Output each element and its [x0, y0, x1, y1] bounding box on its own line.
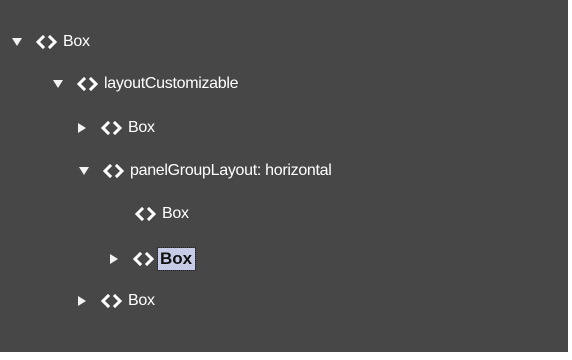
tree-node-layout-customizable[interactable]: layoutCustomizable [52, 69, 239, 99]
tree-node-box-root[interactable]: Box [11, 27, 90, 57]
tree-node-panel-group-layout[interactable]: panelGroupLayout: horizontal [78, 156, 332, 186]
tag-icon [135, 207, 156, 221]
tree-node-label: Box [162, 205, 189, 222]
tree-node-box-selected[interactable]: Box [108, 244, 197, 274]
collapse-triangle-icon[interactable] [76, 295, 88, 307]
tag-icon [101, 121, 122, 135]
selected-node-label: Box [156, 247, 197, 271]
tag-icon [36, 35, 57, 49]
canvas: Box layoutCustomizable Box panelGroupLay… [0, 0, 572, 360]
tree-node-label: Box [63, 33, 90, 50]
component-tree: Box layoutCustomizable Box panelGroupLay… [0, 0, 568, 352]
tag-icon [133, 252, 154, 266]
collapse-triangle-icon[interactable] [108, 253, 120, 265]
expand-triangle-icon[interactable] [52, 78, 64, 90]
tree-node-label: Box [128, 292, 155, 309]
tag-icon [101, 294, 122, 308]
tree-node-box-leaf[interactable]: Box [110, 199, 189, 229]
tree-node-box-child[interactable]: Box [76, 113, 155, 143]
tree-node-label: Box [128, 119, 155, 136]
tree-node-label: panelGroupLayout: horizontal [130, 162, 332, 179]
expand-triangle-icon[interactable] [11, 36, 23, 48]
tree-node-box-sibling[interactable]: Box [76, 286, 155, 316]
expand-triangle-icon[interactable] [78, 165, 90, 177]
collapse-triangle-icon[interactable] [76, 122, 88, 134]
tag-icon [77, 77, 98, 91]
tag-icon [103, 164, 124, 178]
tree-node-label: layoutCustomizable [104, 75, 239, 92]
